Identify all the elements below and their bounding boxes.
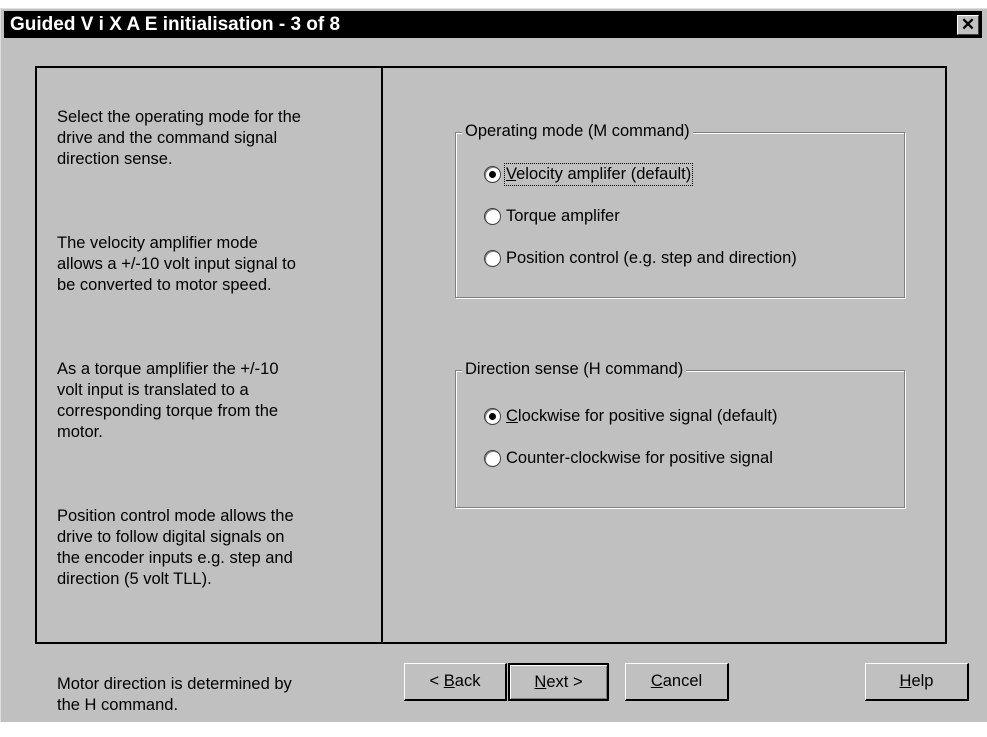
close-icon: ✕ [960,15,976,34]
radio-circle[interactable] [484,250,501,267]
radio-position-control[interactable]: Position control (e.g. step and directio… [484,249,797,268]
help-paragraph: The velocity amplifier mode allows a +/-… [57,234,296,294]
radio-selected-dot [489,171,496,178]
help-paragraph: Position control mode allows the drive t… [57,507,294,588]
radio-label: Counter-clockwise for positive signal [506,449,773,467]
help-paragraph: Select the operating mode for the drive … [57,108,301,168]
help-paragraph: As a torque amplifier the +/-10 volt inp… [57,360,279,441]
help-text: Select the operating mode for the drive … [57,86,377,737]
back-button[interactable]: < Back [404,663,507,701]
radio-label: Velocity amplifer (default) [503,163,694,186]
operating-mode-group: Operating mode (M command) Velocity ampl… [455,122,905,298]
content-panel: Select the operating mode for the drive … [35,66,947,714]
radio-torque-amplifier[interactable]: Torque amplifer [484,207,620,226]
help-paragraph: Motor direction is determined by the H c… [57,675,292,714]
close-button[interactable]: ✕ [957,15,979,35]
wizard-window: Guided V i X A E initialisation - 3 of 8… [0,8,987,722]
radio-label: Position control (e.g. step and directio… [506,249,797,267]
radio-selected-dot [489,413,496,420]
panel-divider [381,68,383,642]
operating-mode-legend: Operating mode (M command) [462,122,693,141]
radio-circle[interactable] [484,208,501,225]
direction-sense-legend: Direction sense (H command) [462,360,687,379]
cancel-button[interactable]: Cancel [625,663,729,701]
direction-sense-group: Direction sense (H command) Clockwise fo… [455,360,905,508]
title-bar: Guided V i X A E initialisation - 3 of 8… [4,11,982,38]
radio-velocity-amplifier[interactable]: Velocity amplifer (default) [484,163,694,186]
radio-label: Clockwise for positive signal (default) [506,407,778,425]
radio-label: Torque amplifer [506,207,620,225]
radio-counter-clockwise[interactable]: Counter-clockwise for positive signal [484,449,773,468]
radio-circle[interactable] [484,450,501,467]
window-title: Guided V i X A E initialisation - 3 of 8 [10,14,341,35]
help-button[interactable]: Help [865,663,969,701]
radio-clockwise[interactable]: Clockwise for positive signal (default) [484,407,777,426]
radio-circle[interactable] [484,166,501,183]
next-button[interactable]: Next > [508,663,609,701]
radio-circle[interactable] [484,408,501,425]
